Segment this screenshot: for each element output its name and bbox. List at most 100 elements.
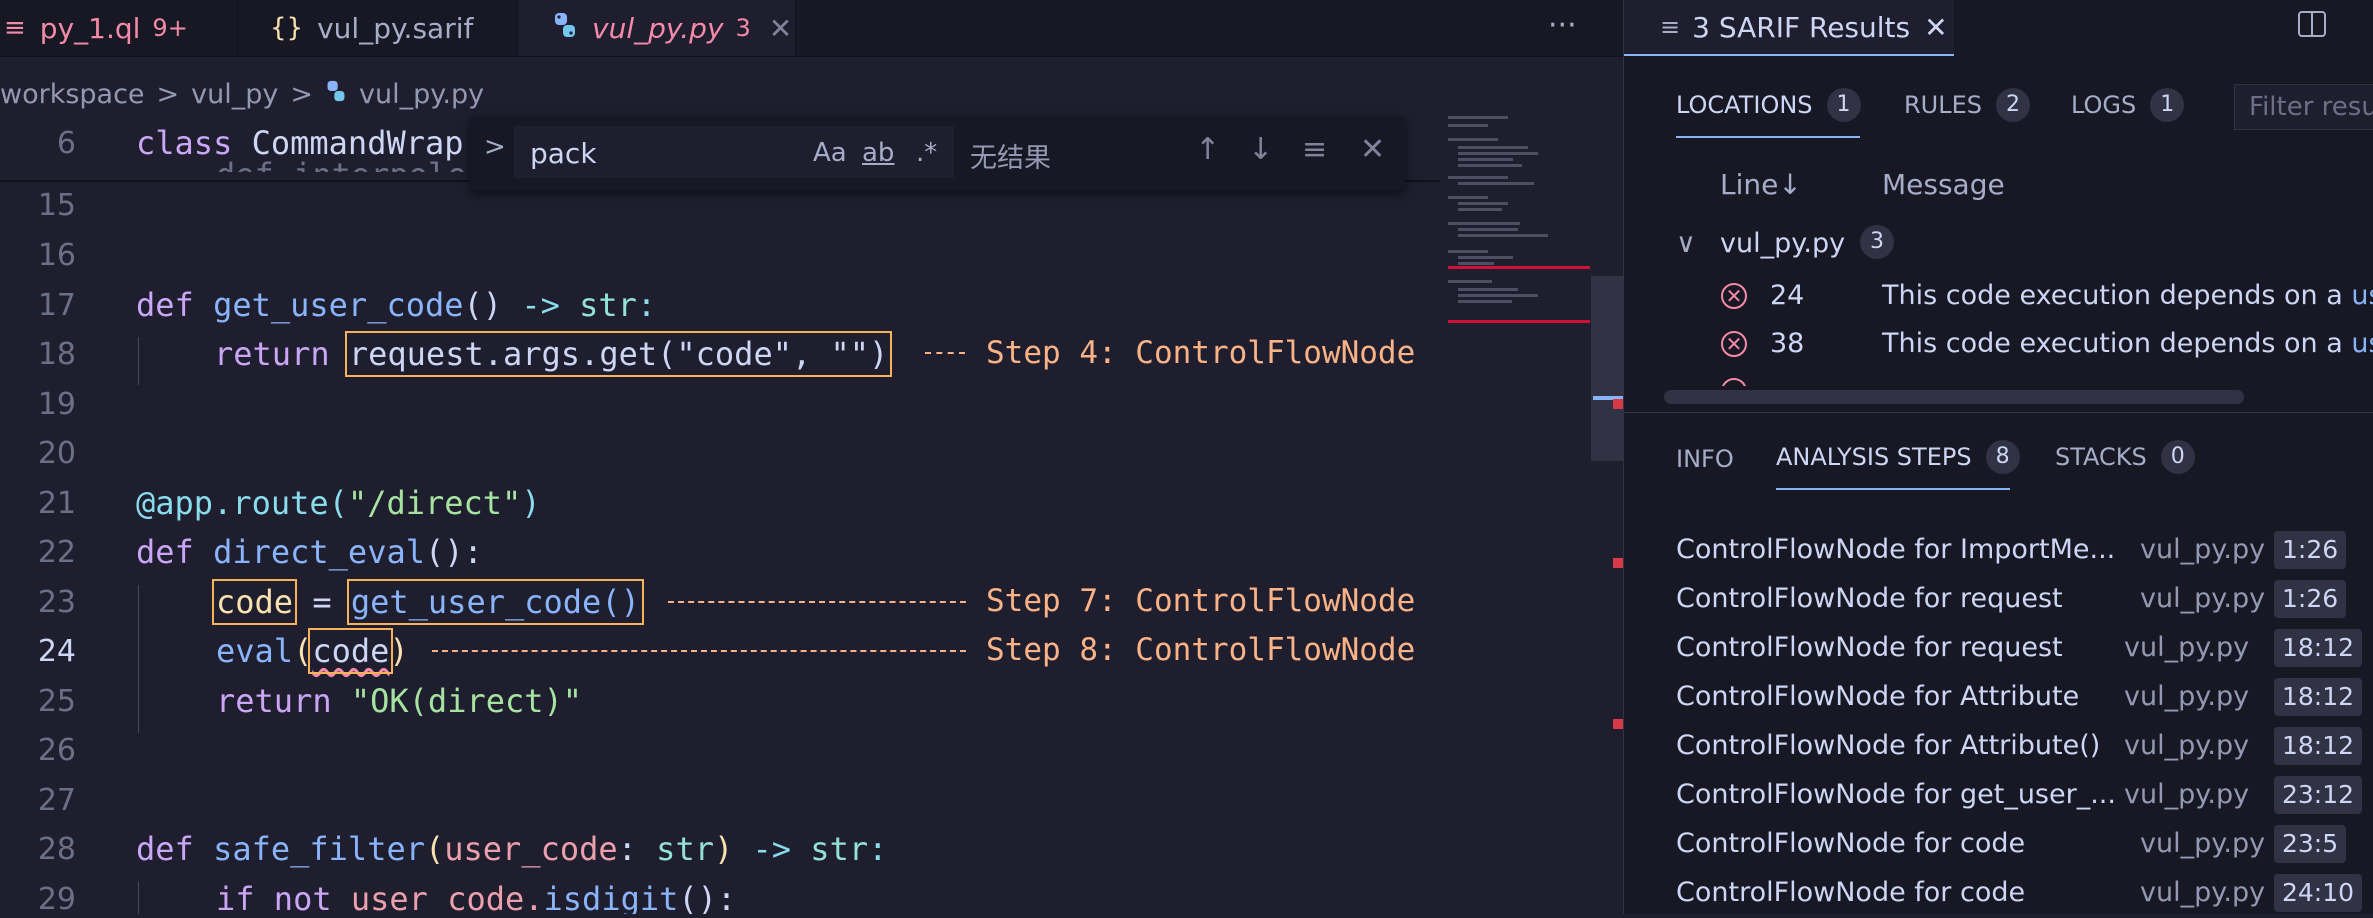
indent-guide <box>138 337 139 385</box>
tab-info[interactable]: INFO <box>1676 445 1734 473</box>
result-line[interactable]: 24 <box>1770 280 1804 311</box>
indent-guide <box>138 882 139 914</box>
column-header-message[interactable]: Message <box>1882 168 2005 201</box>
analysis-step-row[interactable]: ControlFlowNode for code vul_py.py 24:10 <box>1624 869 2373 918</box>
count-badge: 1 <box>1826 88 1861 122</box>
analysis-step-row[interactable]: ControlFlowNode for ImportMe... vul_py.py… <box>1624 526 2373 575</box>
parameter: user_code <box>444 830 618 868</box>
error-marker <box>1613 399 1623 409</box>
code-line-17: def get_user_code() -> str: <box>136 286 656 324</box>
code-line-18: return request.args.get("code", "") <box>214 331 893 377</box>
problem-count: 3 <box>735 14 751 42</box>
line-number: 19 <box>37 387 76 422</box>
tab-vul-py-sarif[interactable]: {} vul_py.sarif <box>238 0 518 56</box>
panel-title: 3 SARIF Results <box>1692 10 1911 44</box>
chevron-down-icon[interactable]: ∨ <box>1676 228 1696 259</box>
sort-arrow-icon: ↓ <box>1778 168 1802 201</box>
chevron-right-icon: > <box>156 78 180 110</box>
step-label-8[interactable]: Step 8: ControlFlowNode <box>986 632 1415 668</box>
tab-rules[interactable]: RULES 2 <box>1904 88 2031 122</box>
step-connector <box>925 352 965 354</box>
tab-locations[interactable]: LOCATIONS 1 <box>1676 88 1861 122</box>
punctuation: (): <box>678 880 737 914</box>
toggle-replace-icon[interactable]: > <box>484 132 506 162</box>
punctuation: : <box>617 830 657 868</box>
result-message[interactable]: This code execution depends on a use <box>1882 280 2373 311</box>
regex-icon[interactable]: .* <box>916 138 937 168</box>
analysis-step-highlight[interactable]: request.args.get("code", "") <box>344 331 893 377</box>
string-literal: "/direct" <box>347 484 522 522</box>
match-whole-word-icon[interactable]: ab <box>862 138 894 168</box>
column-header-line[interactable]: Line↓ <box>1720 168 1802 201</box>
breadcrumb-workspace[interactable]: workspace <box>0 79 145 110</box>
error-icon: ✕ <box>1721 283 1747 309</box>
match-case-icon[interactable]: Aa <box>813 138 847 168</box>
result-message[interactable]: This code execution depends on a use <box>1882 328 2373 359</box>
result-line[interactable]: 38 <box>1770 328 1804 359</box>
split-editor-icon[interactable] <box>2296 8 2328 48</box>
tab-stacks[interactable]: STACKS 0 <box>2055 440 2195 474</box>
tab-sarif-results[interactable]: ≡ 3 SARIF Results ✕ <box>1624 0 1954 56</box>
error-icon-partial <box>1721 378 1747 386</box>
analysis-step-highlight[interactable]: code <box>308 628 394 674</box>
code-line-21: @app.route("/direct") <box>136 484 541 522</box>
code-line-23: code = get_user_code() <box>211 579 644 625</box>
tab-vul-py-py[interactable]: vul_py.py 3 ✕ <box>518 0 796 56</box>
decorator: @app.route( <box>136 484 348 522</box>
vertical-scrollbar[interactable] <box>1591 276 1623 461</box>
operator: = <box>293 583 351 621</box>
tab-analysis-steps[interactable]: ANALYSIS STEPS 8 <box>1776 440 2020 474</box>
horizontal-scrollbar[interactable] <box>1664 390 2244 404</box>
punctuation: ) <box>389 632 409 670</box>
tab-label: ANALYSIS STEPS <box>1776 443 1972 471</box>
tab-label: INFO <box>1676 445 1734 473</box>
analysis-step-highlight[interactable]: code <box>211 579 298 625</box>
previous-match-icon[interactable]: ↑ <box>1195 132 1220 167</box>
line-number: 26 <box>37 733 76 768</box>
tab-label: LOGS <box>2071 91 2137 119</box>
punctuation: ) <box>713 830 734 868</box>
punctuation: ( <box>293 632 313 670</box>
filter-results-input[interactable]: Filter result <box>2234 84 2373 130</box>
analysis-step-row[interactable]: ControlFlowNode for code vul_py.py 23:5 <box>1624 820 2373 869</box>
tab-logs[interactable]: LOGS 1 <box>2071 88 2185 122</box>
panel-divider[interactable] <box>1624 412 2373 413</box>
python-file-icon <box>325 80 347 108</box>
step-label-4[interactable]: Step 4: ControlFlowNode <box>986 335 1415 371</box>
close-icon[interactable]: ✕ <box>1924 11 1947 44</box>
active-tab-indicator <box>1776 488 2010 490</box>
more-actions-icon[interactable]: ··· <box>1548 0 1577 56</box>
line-number: 20 <box>37 436 76 471</box>
analysis-step-highlight[interactable]: get_user_code() <box>346 579 644 625</box>
analysis-step-row[interactable]: ControlFlowNode for Attribute() vul_py.py… <box>1624 722 2373 771</box>
close-icon[interactable]: ✕ <box>769 12 792 45</box>
type-name: str <box>656 830 714 868</box>
arrow-operator: -> <box>752 830 792 868</box>
minimap[interactable] <box>1440 116 1590 336</box>
code-editor[interactable]: 6 15 16 17 18 19 20 21 22 23 24 25 26 27… <box>0 116 1623 914</box>
line-number: 25 <box>37 684 76 719</box>
result-link[interactable]: use <box>2351 328 2373 359</box>
python-file-icon <box>552 12 578 45</box>
close-icon[interactable]: ✕ <box>1360 132 1385 167</box>
analysis-step-row[interactable]: ControlFlowNode for get_user_... vul_py.p… <box>1624 771 2373 820</box>
analysis-step-row[interactable]: ControlFlowNode for request vul_py.py 18:1… <box>1624 624 2373 673</box>
result-link[interactable]: use <box>2351 280 2373 311</box>
count-badge: 2 <box>1996 88 2031 122</box>
analysis-step-row[interactable]: ControlFlowNode for request vul_py.py 1:26 <box>1624 575 2373 624</box>
punctuation: : <box>868 830 888 868</box>
punctuation: ) <box>521 484 541 522</box>
find-widget: > pack Aa ab .* 无结果 ↑ ↓ ≡ ✕ <box>470 116 1405 190</box>
keyword: def <box>136 830 194 868</box>
tab-py-1-ql[interactable]: ≡ py_1.ql 9+ <box>0 0 238 56</box>
step-label-7[interactable]: Step 7: ControlFlowNode <box>986 583 1415 619</box>
breadcrumb-folder[interactable]: vul_py <box>191 79 278 110</box>
tab-label: vul_py.sarif <box>317 11 474 45</box>
function-name: get_user_code <box>213 286 464 324</box>
analysis-step-row[interactable]: ControlFlowNode for Attribute vul_py.py 18… <box>1624 673 2373 722</box>
next-match-icon[interactable]: ↓ <box>1248 132 1273 167</box>
group-file-name[interactable]: vul_py.py <box>1720 228 1845 259</box>
string-literal: "OK(direct)" <box>350 682 583 720</box>
breadcrumb-file[interactable]: vul_py.py <box>359 79 484 110</box>
find-in-selection-icon[interactable]: ≡ <box>1302 132 1327 167</box>
